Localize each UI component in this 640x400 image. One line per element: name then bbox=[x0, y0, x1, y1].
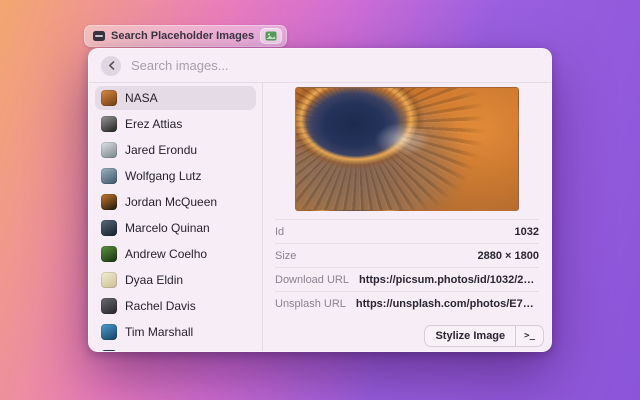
photographer-name: Erez Attias bbox=[125, 117, 182, 131]
photographer-thumbnail-icon bbox=[101, 350, 117, 351]
image-icon bbox=[265, 31, 277, 41]
back-button[interactable] bbox=[101, 56, 121, 76]
search-input[interactable] bbox=[131, 58, 539, 73]
detail-panel: Id 1032 Size 2880 × 1800 Download URL ht… bbox=[263, 83, 551, 351]
command-tag-label: Search Placeholder Images bbox=[111, 30, 254, 42]
list-item[interactable]: NASA bbox=[95, 86, 256, 110]
photographer-thumbnail-icon bbox=[101, 246, 117, 262]
meta-value: 2880 × 1800 bbox=[478, 250, 539, 262]
window-content: NASA Erez Attias Jared Erondu Wolfgang L… bbox=[89, 83, 551, 351]
meta-label: Download URL bbox=[275, 274, 349, 286]
meta-value: 1032 bbox=[515, 226, 539, 238]
meta-label: Id bbox=[275, 226, 284, 238]
window-icon bbox=[93, 31, 105, 41]
list-item[interactable]: Dyaa Eldin bbox=[95, 268, 256, 292]
preview-image bbox=[295, 87, 519, 211]
meta-row: Download URL https://picsum.photos/id/10… bbox=[275, 267, 539, 291]
list-item[interactable]: Jeremy Thomas bbox=[95, 346, 256, 351]
metadata-table: Id 1032 Size 2880 × 1800 Download URL ht… bbox=[263, 219, 551, 315]
photographer-name: Dyaa Eldin bbox=[125, 273, 183, 287]
command-tag[interactable]: Search Placeholder Images bbox=[84, 25, 287, 47]
photographer-name: Tim Marshall bbox=[125, 325, 193, 339]
meta-label: Unsplash URL bbox=[275, 298, 346, 310]
photographer-thumbnail-icon bbox=[101, 220, 117, 236]
stylize-image-button[interactable]: Stylize Image bbox=[425, 326, 515, 346]
meta-row: Unsplash URL https://unsplash.com/photos… bbox=[275, 291, 539, 315]
list-item[interactable]: Tim Marshall bbox=[95, 320, 256, 344]
photographer-thumbnail-icon bbox=[101, 194, 117, 210]
action-group: Stylize Image >_ bbox=[424, 325, 544, 347]
meta-label: Size bbox=[275, 250, 296, 262]
list-item[interactable]: Andrew Coelho bbox=[95, 242, 256, 266]
photographer-name: NASA bbox=[125, 91, 158, 105]
photographer-thumbnail-icon bbox=[101, 116, 117, 132]
list-item[interactable]: Jordan McQueen bbox=[95, 190, 256, 214]
photographer-name: Jared Erondu bbox=[125, 143, 197, 157]
search-images-window: NASA Erez Attias Jared Erondu Wolfgang L… bbox=[88, 48, 552, 352]
photographer-name: Wolfgang Lutz bbox=[125, 169, 202, 183]
photographer-thumbnail-icon bbox=[101, 142, 117, 158]
image-badge bbox=[260, 28, 282, 44]
photographer-thumbnail-icon bbox=[101, 90, 117, 106]
chevron-left-icon bbox=[108, 61, 115, 70]
meta-value: https://picsum.photos/id/1032/2880/1800 bbox=[359, 274, 539, 286]
actions-menu-button[interactable]: >_ bbox=[516, 326, 543, 346]
photographer-name: Andrew Coelho bbox=[125, 247, 207, 261]
photographer-name: Jordan McQueen bbox=[125, 195, 217, 209]
photographer-thumbnail-icon bbox=[101, 168, 117, 184]
list-item[interactable]: Wolfgang Lutz bbox=[95, 164, 256, 188]
photographer-thumbnail-icon bbox=[101, 324, 117, 340]
list-item[interactable]: Jared Erondu bbox=[95, 138, 256, 162]
list-item[interactable]: Erez Attias bbox=[95, 112, 256, 136]
meta-row: Id 1032 bbox=[275, 219, 539, 243]
results-list[interactable]: NASA Erez Attias Jared Erondu Wolfgang L… bbox=[89, 83, 263, 351]
meta-row: Size 2880 × 1800 bbox=[275, 243, 539, 267]
search-bar bbox=[89, 49, 551, 83]
photographer-name: Rachel Davis bbox=[125, 299, 196, 313]
preview-area bbox=[263, 83, 551, 217]
terminal-prompt-icon: >_ bbox=[524, 331, 535, 341]
meta-value: https://unsplash.com/photos/E7q00J_8N7A bbox=[356, 298, 539, 310]
list-item[interactable]: Rachel Davis bbox=[95, 294, 256, 318]
photographer-thumbnail-icon bbox=[101, 272, 117, 288]
action-bar: Stylize Image >_ bbox=[424, 325, 544, 347]
list-item[interactable]: Marcelo Quinan bbox=[95, 216, 256, 240]
photographer-name: Marcelo Quinan bbox=[125, 221, 210, 235]
photographer-thumbnail-icon bbox=[101, 298, 117, 314]
